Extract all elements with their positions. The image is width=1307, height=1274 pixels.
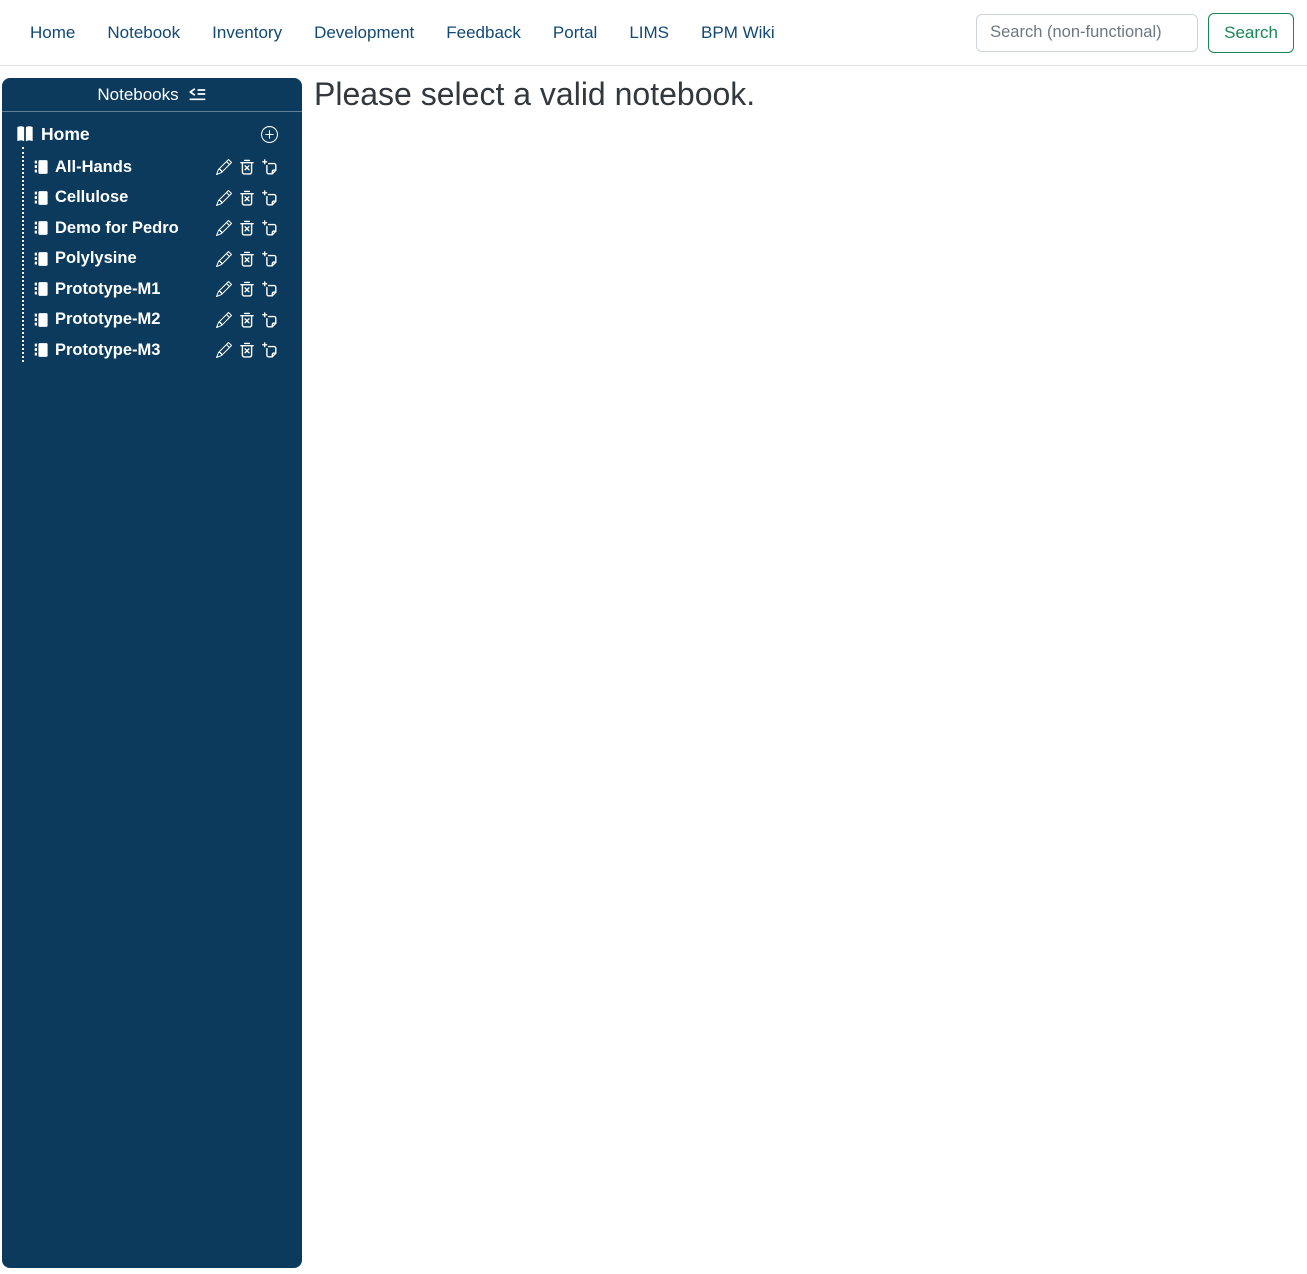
duplicate-copy-icon[interactable] bbox=[262, 190, 278, 206]
open-book-icon bbox=[16, 125, 34, 143]
duplicate-copy-icon[interactable] bbox=[262, 281, 278, 297]
notebook-name[interactable]: All-Hands bbox=[55, 158, 132, 177]
delete-trash-icon[interactable] bbox=[239, 251, 255, 267]
notebook-item-all-hands[interactable]: All-Hands bbox=[22, 152, 302, 183]
row-actions bbox=[216, 220, 278, 236]
notebook-item-prototype-m1[interactable]: Prototype-M1 bbox=[22, 274, 302, 305]
add-notebook-plus-circle-icon[interactable] bbox=[261, 126, 278, 143]
delete-trash-icon[interactable] bbox=[239, 220, 255, 236]
notebook-name[interactable]: Demo for Pedro bbox=[55, 219, 179, 238]
notebook-item-prototype-m2[interactable]: Prototype-M2 bbox=[22, 305, 302, 336]
journal-icon bbox=[34, 342, 49, 358]
notebook-name[interactable]: Cellulose bbox=[55, 188, 128, 207]
journal-icon bbox=[34, 312, 49, 328]
notebook-tree: All-Hands Cellulose Demo for Pedro Polyl… bbox=[22, 147, 302, 366]
notebook-name[interactable]: Prototype-M1 bbox=[55, 280, 160, 299]
nav-item-development[interactable]: Development bbox=[314, 23, 414, 43]
edit-pencil-icon[interactable] bbox=[216, 159, 232, 175]
search-button[interactable]: Search bbox=[1208, 12, 1294, 53]
journal-icon bbox=[34, 281, 49, 297]
journal-icon bbox=[34, 220, 49, 236]
notebook-name[interactable]: Polylysine bbox=[55, 249, 137, 268]
edit-pencil-icon[interactable] bbox=[216, 281, 232, 297]
notebook-item-cellulose[interactable]: Cellulose bbox=[22, 183, 302, 214]
top-navbar: Home Notebook Inventory Development Feed… bbox=[0, 0, 1307, 66]
row-actions bbox=[216, 281, 278, 297]
collapse-outdent-icon[interactable] bbox=[188, 88, 207, 102]
row-actions bbox=[216, 342, 278, 358]
home-label: Home bbox=[41, 123, 90, 144]
row-actions bbox=[216, 159, 278, 175]
edit-pencil-icon[interactable] bbox=[216, 251, 232, 267]
journal-icon bbox=[34, 190, 49, 206]
duplicate-copy-icon[interactable] bbox=[262, 159, 278, 175]
delete-trash-icon[interactable] bbox=[239, 281, 255, 297]
edit-pencil-icon[interactable] bbox=[216, 342, 232, 358]
edit-pencil-icon[interactable] bbox=[216, 220, 232, 236]
sidebar-item-home[interactable]: Home bbox=[2, 118, 302, 150]
delete-trash-icon[interactable] bbox=[239, 312, 255, 328]
duplicate-copy-icon[interactable] bbox=[262, 312, 278, 328]
nav-item-portal[interactable]: Portal bbox=[553, 23, 597, 43]
sidebar-header: Notebooks bbox=[2, 78, 302, 112]
empty-state-message: Please select a valid notebook. bbox=[314, 76, 756, 112]
notebook-item-polylysine[interactable]: Polylysine bbox=[22, 244, 302, 275]
row-actions bbox=[216, 312, 278, 328]
search-input[interactable] bbox=[976, 13, 1199, 52]
sidebar-title: Notebooks bbox=[97, 84, 179, 104]
journal-icon bbox=[34, 159, 49, 175]
nav-item-bpm-wiki[interactable]: BPM Wiki bbox=[701, 23, 775, 43]
journal-icon bbox=[34, 251, 49, 267]
delete-trash-icon[interactable] bbox=[239, 342, 255, 358]
row-actions bbox=[216, 190, 278, 206]
duplicate-copy-icon[interactable] bbox=[262, 220, 278, 236]
nav-item-lims[interactable]: LIMS bbox=[629, 23, 669, 43]
nav-item-feedback[interactable]: Feedback bbox=[446, 23, 521, 43]
row-actions bbox=[216, 251, 278, 267]
nav-item-notebook[interactable]: Notebook bbox=[107, 23, 180, 43]
duplicate-copy-icon[interactable] bbox=[262, 251, 278, 267]
delete-trash-icon[interactable] bbox=[239, 159, 255, 175]
notebook-name[interactable]: Prototype-M2 bbox=[55, 310, 160, 329]
notebook-name[interactable]: Prototype-M3 bbox=[55, 341, 160, 360]
nav-links: Home Notebook Inventory Development Feed… bbox=[30, 23, 775, 43]
edit-pencil-icon[interactable] bbox=[216, 190, 232, 206]
nav-item-home[interactable]: Home bbox=[30, 23, 75, 43]
delete-trash-icon[interactable] bbox=[239, 190, 255, 206]
edit-pencil-icon[interactable] bbox=[216, 312, 232, 328]
nav-item-inventory[interactable]: Inventory bbox=[212, 23, 282, 43]
notebook-item-demo-for-pedro[interactable]: Demo for Pedro bbox=[22, 213, 302, 244]
duplicate-copy-icon[interactable] bbox=[262, 342, 278, 358]
notebook-item-prototype-m3[interactable]: Prototype-M3 bbox=[22, 335, 302, 366]
notebooks-sidebar: Notebooks Home All-Hands Cellulose Demo … bbox=[2, 78, 302, 1268]
